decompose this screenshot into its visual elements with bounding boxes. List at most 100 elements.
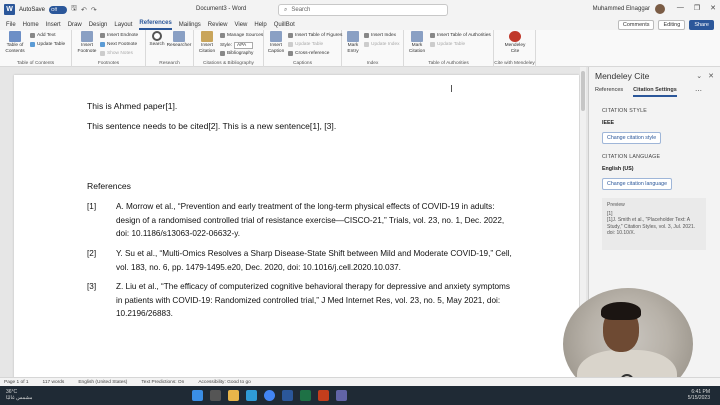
document-line-2[interactable]: This sentence needs to be cited[2]. This… — [87, 121, 336, 131]
bibliography-icon — [220, 51, 225, 56]
search-taskbar-icon[interactable] — [210, 390, 221, 401]
insert-citation-button[interactable]: Insert Citation — [196, 31, 218, 54]
update-index-button[interactable]: Update Index — [364, 42, 400, 47]
edge-browser-icon[interactable] — [246, 390, 257, 401]
maximize-button[interactable]: ❐ — [694, 4, 700, 12]
mark-entry-button[interactable]: Mark Entry — [344, 31, 362, 54]
weather-widget[interactable]: 36°C مشمس غالبًا — [6, 389, 33, 401]
scrollbar-thumb[interactable] — [581, 71, 585, 111]
editing-button[interactable]: Editing — [658, 20, 686, 30]
mendeley-icon — [509, 31, 521, 42]
text-predictions-status[interactable]: Text Predictions: On — [141, 380, 184, 385]
redo-icon[interactable]: ↷ — [91, 6, 97, 14]
manage-sources-button[interactable]: Manage Sources — [220, 33, 263, 38]
tab-quillbot[interactable]: QuillBot — [274, 22, 295, 30]
reference-number: [1] — [87, 202, 97, 211]
chevron-down-icon[interactable]: ⌄ — [696, 72, 702, 80]
update-icon — [30, 42, 35, 47]
search-icon: ⌕ — [284, 6, 288, 13]
tab-references-pane[interactable]: References — [595, 87, 623, 97]
citation-icon — [201, 31, 213, 42]
close-icon[interactable]: ✕ — [708, 72, 714, 80]
close-button[interactable]: ✕ — [710, 4, 716, 12]
reference-number: [2] — [87, 249, 97, 258]
tab-layout[interactable]: Layout — [114, 22, 132, 30]
citation-style-value: IEEE — [602, 120, 615, 126]
teams-taskbar-icon[interactable] — [336, 390, 347, 401]
table-of-contents-button[interactable]: Table of Contents — [4, 31, 26, 54]
tab-home[interactable]: Home — [23, 22, 39, 30]
group-research: Search Researcher Research — [146, 30, 194, 67]
add-text-button[interactable]: Add Text — [30, 33, 56, 38]
windows-start-icon[interactable] — [192, 390, 203, 401]
researcher-button[interactable]: Researcher — [166, 31, 192, 49]
document-page[interactable]: This is Ahmed paper[1]. This sentence ne… — [14, 75, 579, 380]
file-explorer-icon[interactable] — [228, 390, 239, 401]
powerpoint-taskbar-icon[interactable] — [318, 390, 329, 401]
mark-citation-button[interactable]: Mark Citation — [406, 31, 428, 54]
mendeley-cite-button[interactable]: Mendeley Cite — [500, 31, 530, 54]
update-table-captions-button[interactable]: Update Table — [288, 42, 323, 47]
change-citation-language-button[interactable]: Change citation language — [602, 178, 673, 190]
taskbar: 36°C مشمس غالبًا 6:41 PM 5/15/2023 — [0, 386, 720, 405]
tab-draw[interactable]: Draw — [68, 22, 82, 30]
search-button[interactable]: Search — [148, 31, 166, 48]
insert-table-of-authorities-button[interactable]: Insert Table of Authorities — [430, 33, 491, 38]
style-select[interactable]: Style: APA — [220, 42, 254, 49]
insert-footnote-button[interactable]: Insert Footnote — [76, 31, 98, 54]
insert-caption-button[interactable]: Insert Caption — [266, 31, 286, 54]
tab-review[interactable]: Review — [208, 22, 228, 30]
more-options-icon[interactable]: ⋯ — [695, 87, 702, 95]
autosave-toggle[interactable]: Off — [49, 5, 68, 14]
tab-file[interactable]: File — [6, 22, 16, 30]
insert-index-button[interactable]: Insert Index — [364, 33, 396, 38]
cross-reference-button[interactable]: Cross-reference — [288, 51, 329, 56]
accessibility-status[interactable]: Accessibility: Good to go — [198, 380, 251, 385]
mark-entry-icon — [347, 31, 359, 42]
language-status[interactable]: English (United States) — [78, 380, 127, 385]
page-count[interactable]: Page 1 of 1 — [4, 380, 29, 385]
word-count[interactable]: 117 words — [43, 380, 65, 385]
tab-design[interactable]: Design — [89, 22, 108, 30]
search-box[interactable]: ⌕ Search — [278, 4, 448, 16]
clock[interactable]: 6:41 PM 5/15/2023 — [688, 389, 710, 401]
save-icon[interactable]: 🖫 — [71, 4, 77, 15]
status-bar: Page 1 of 1 117 words English (United St… — [0, 377, 720, 386]
reference-item[interactable]: [3] Z. Liu et al., “The efficacy of comp… — [87, 280, 537, 322]
title-bar: W AutoSave Off 🖫 ↶ ↷ Document3 - Word ⌕ … — [0, 0, 720, 19]
document-line-1[interactable]: This is Ahmed paper[1]. — [87, 101, 177, 111]
share-button[interactable]: Share — [689, 20, 714, 30]
show-notes-icon — [100, 51, 105, 56]
show-notes-button[interactable]: Show Notes — [100, 51, 133, 56]
reference-item[interactable]: [1] A. Morrow et al., “Prevention and ea… — [87, 200, 537, 242]
bibliography-button[interactable]: Bibliography — [220, 51, 253, 56]
insert-endnote-button[interactable]: Insert Endnote — [100, 33, 138, 38]
update-table-authorities-button[interactable]: Update Table — [430, 42, 465, 47]
insert-table-of-figures-button[interactable]: Insert Table of Figures — [288, 33, 342, 38]
citation-style-heading: CITATION STYLE — [602, 108, 647, 114]
word-taskbar-icon[interactable] — [282, 390, 293, 401]
references-heading[interactable]: References — [87, 181, 131, 191]
tab-help[interactable]: Help — [254, 22, 266, 30]
tab-insert[interactable]: Insert — [46, 22, 61, 30]
group-captions: Insert Caption Insert Table of Figures U… — [264, 30, 342, 67]
chrome-icon[interactable] — [264, 390, 275, 401]
tab-citation-settings[interactable]: Citation Settings — [633, 87, 677, 97]
next-footnote-button[interactable]: Next Footnote — [100, 42, 137, 47]
next-footnote-icon — [100, 42, 105, 47]
preview-text: [1]J. Smith et al., "Placeholder Text: A… — [607, 217, 696, 236]
minimize-button[interactable]: — — [677, 4, 684, 12]
tab-references[interactable]: References — [139, 20, 172, 30]
reference-item[interactable]: [2] Y. Su et al., “Multi-Omics Resolves … — [87, 247, 537, 277]
undo-icon[interactable]: ↶ — [81, 6, 87, 14]
update-table-button[interactable]: Update Table — [30, 42, 65, 47]
user-name[interactable]: Muhammed Elnaggar — [593, 6, 650, 12]
change-citation-style-button[interactable]: Change citation style — [602, 132, 662, 144]
excel-taskbar-icon[interactable] — [300, 390, 311, 401]
avatar[interactable] — [655, 4, 665, 14]
tab-view[interactable]: View — [234, 22, 247, 30]
group-label: Research — [159, 61, 180, 66]
manage-sources-icon — [220, 33, 225, 38]
tab-mailings[interactable]: Mailings — [179, 22, 201, 30]
comments-button[interactable]: Comments — [617, 20, 655, 30]
